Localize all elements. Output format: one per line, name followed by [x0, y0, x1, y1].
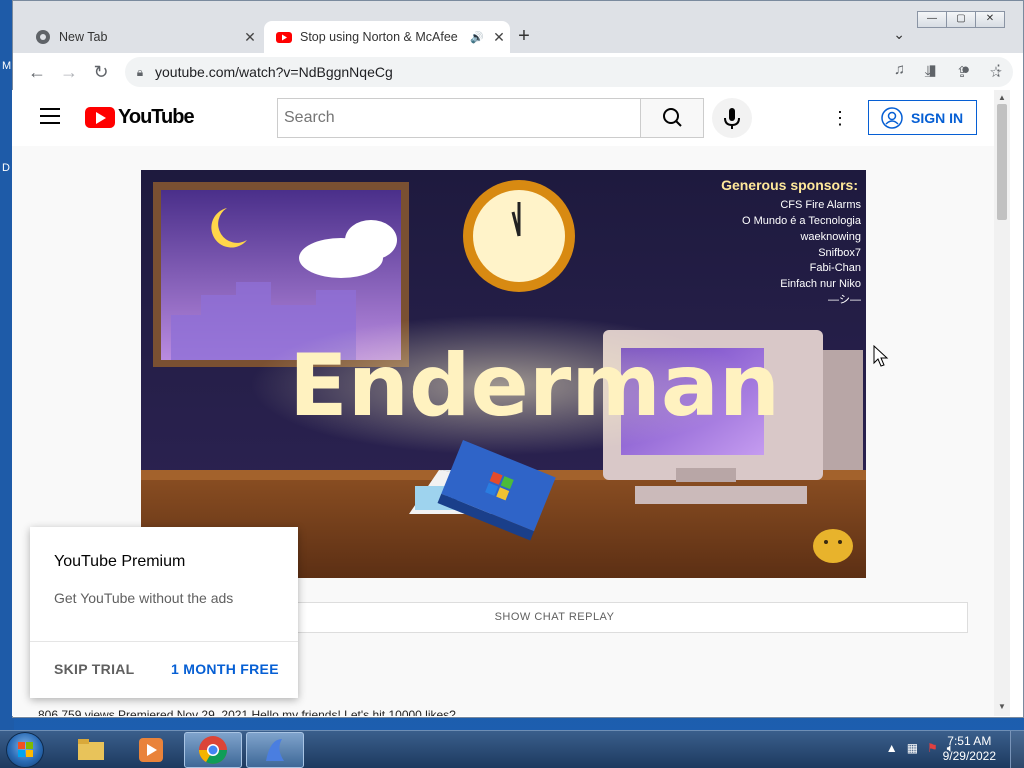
sponsors-heading: Generous sponsors: — [721, 177, 858, 193]
page-scrollbar[interactable]: ▲ ▼ — [994, 90, 1010, 716]
profile-icon[interactable]: ● — [949, 61, 982, 79]
search-button[interactable] — [640, 98, 704, 138]
media-controls-icon[interactable]: ♫ — [883, 61, 916, 79]
url-text[interactable]: youtube.com/watch?v=NdBggnNqeCg — [155, 64, 911, 80]
taskbar-explorer[interactable] — [62, 732, 120, 768]
folder-icon — [78, 739, 104, 760]
youtube-logo[interactable]: YouTube — [85, 106, 195, 129]
close-tab-icon[interactable]: ✕ — [488, 29, 510, 46]
tab-youtube-video[interactable]: Stop using Norton & McAfee 🔊 ✕ — [264, 21, 510, 53]
search-input[interactable] — [278, 99, 640, 137]
app-icon — [266, 739, 284, 761]
promo-divider — [30, 641, 298, 642]
audio-playing-icon[interactable]: 🔊 — [470, 31, 488, 44]
forward-icon[interactable]: → — [53, 62, 85, 83]
youtube-favicon-icon — [276, 32, 292, 43]
window-controls: — ▢ ✕ — [917, 11, 1005, 28]
sponsor-item: waeknowing — [799, 231, 861, 243]
search-icon — [663, 108, 682, 127]
chrome-menu-icon[interactable]: ⋮ — [982, 61, 1015, 79]
sponsor-item: Einfach nur Niko — [780, 278, 861, 290]
scrollbar-thumb[interactable] — [997, 104, 1007, 220]
tab-label: New Tab — [59, 30, 108, 44]
sign-in-button[interactable]: SIGN IN — [868, 100, 977, 135]
video-player[interactable]: Generous sponsors: CFS Fire Alarms O Mun… — [141, 170, 866, 578]
sponsor-item: CFS Fire Alarms — [780, 199, 861, 211]
minimize-button[interactable]: — — [917, 11, 947, 28]
scroll-up-icon[interactable]: ▲ — [994, 93, 1010, 102]
settings-menu-icon[interactable]: ⋮ — [830, 106, 850, 130]
close-window-button[interactable]: ✕ — [975, 11, 1005, 28]
youtube-header: YouTube ⋮ SIGN IN — [12, 90, 994, 146]
promo-title: YouTube Premium — [54, 553, 186, 570]
taskbar: ▲ ▦ ⚑ 🔈︎ 7:51 AM 9/29/2022 — [0, 730, 1024, 768]
skip-trial-button[interactable]: SKIP TRIAL — [54, 661, 135, 677]
network-icon[interactable]: ▦ — [907, 741, 918, 756]
new-tab-button[interactable]: + — [513, 25, 535, 48]
clock-time: 7:51 AM — [947, 734, 992, 748]
tab-strip: New Tab ✕ Stop using Norton & McAfee 🔊 ✕… — [13, 1, 1023, 53]
start-button[interactable] — [6, 732, 44, 768]
promo-subtitle: Get YouTube without the ads — [54, 590, 234, 606]
sponsor-item: O Mundo é a Tecnologia — [742, 215, 862, 227]
address-bar[interactable]: 🔒︎ youtube.com/watch?v=NdBggnNqeCg ⤓ ⇪ ☆ — [125, 57, 1013, 87]
chrome-icon — [199, 736, 227, 764]
action-center-icon[interactable]: ⚑ — [927, 741, 938, 756]
chrome-icon — [36, 30, 50, 44]
media-player-icon — [139, 738, 163, 762]
sponsor-item: Snifbox7 — [818, 247, 861, 259]
youtube-play-icon — [85, 107, 115, 128]
sponsor-item: Fabi-Chan — [810, 262, 861, 274]
tab-label: Stop using Norton & McAfee — [300, 30, 458, 44]
account-icon — [881, 106, 903, 129]
taskbar-media-player[interactable] — [122, 732, 180, 768]
side-panel-icon[interactable]: ▮ — [916, 61, 949, 79]
video-meta-fragment: 806,759 views Premiered Nov 29, 2021 Hel… — [38, 708, 456, 716]
taskbar-chrome[interactable] — [184, 732, 242, 768]
back-icon[interactable]: ← — [21, 62, 53, 83]
video-title-art: Enderman — [289, 336, 780, 436]
show-desktop-button[interactable] — [1010, 731, 1024, 768]
voice-search-button[interactable] — [712, 98, 752, 138]
premium-promo-dialog: YouTube Premium Get YouTube without the … — [30, 527, 298, 698]
scroll-down-icon[interactable]: ▼ — [994, 702, 1010, 711]
tab-search-icon[interactable]: ⌄ — [893, 26, 905, 43]
video-frame: Generous sponsors: CFS Fire Alarms O Mun… — [141, 170, 866, 578]
maximize-button[interactable]: ▢ — [946, 11, 976, 28]
taskbar-app[interactable] — [246, 732, 304, 768]
one-month-free-button[interactable]: 1 MONTH FREE — [171, 661, 279, 677]
taskbar-clock[interactable]: 7:51 AM 9/29/2022 — [943, 734, 996, 764]
microphone-icon — [724, 108, 740, 129]
hamburger-menu-icon[interactable] — [40, 108, 60, 129]
mouse-cursor-icon — [873, 345, 889, 367]
search-box[interactable] — [277, 98, 641, 138]
reload-icon[interactable]: ↻ — [85, 62, 117, 83]
tab-new-tab[interactable]: New Tab ✕ — [23, 21, 261, 53]
lock-icon[interactable]: 🔒︎ — [125, 65, 155, 80]
show-hidden-icons-icon[interactable]: ▲ — [886, 741, 898, 756]
close-tab-icon[interactable]: ✕ — [239, 29, 261, 46]
browser-toolbar: ← → ↻ 🔒︎ youtube.com/watch?v=NdBggnNqeCg… — [13, 53, 1023, 91]
windows-logo-icon — [18, 742, 33, 757]
sponsor-item: —シ— — [828, 294, 861, 306]
clock-date: 9/29/2022 — [942, 749, 996, 763]
